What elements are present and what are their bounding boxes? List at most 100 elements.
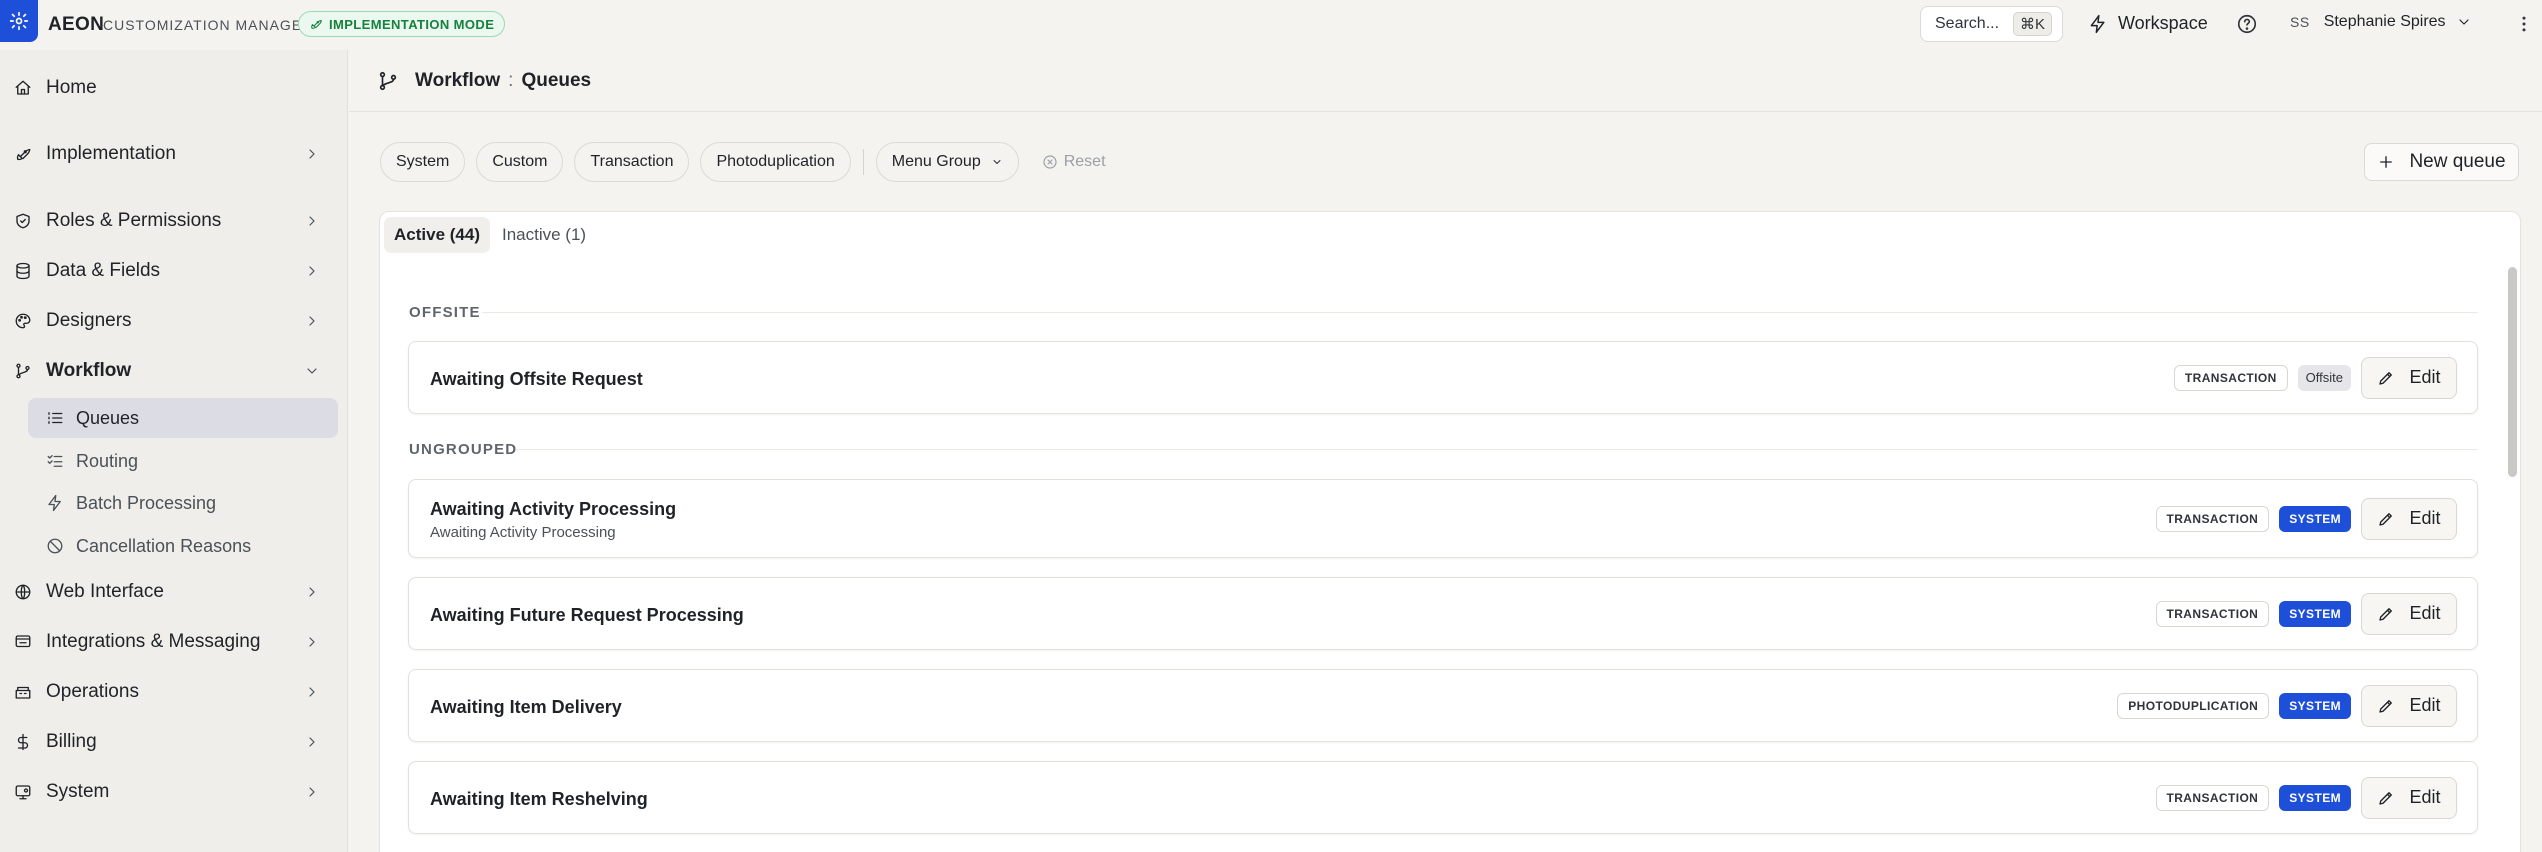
sidebar-item-cancellation-reasons[interactable]: Cancellation Reasons xyxy=(28,526,338,566)
queue-title: Awaiting Item Delivery xyxy=(430,697,622,717)
lightning-icon xyxy=(48,494,61,512)
sidebar-subitem-label: Queues xyxy=(76,407,140,428)
edit-label: Edit xyxy=(2409,603,2441,623)
chevron-right-icon xyxy=(309,637,315,647)
sidebar-item-batch-processing[interactable]: Batch Processing xyxy=(28,483,338,523)
queue-tag-badge: SYSTEM xyxy=(2279,600,2351,627)
sidebar-item-label: Implementation xyxy=(46,143,176,164)
filter-chip-transaction[interactable]: Transaction xyxy=(574,142,690,182)
checklist-icon xyxy=(47,455,63,467)
queue-title: Awaiting Offsite Request xyxy=(430,369,643,389)
chevron-down-icon xyxy=(993,160,1001,164)
tab-inactive[interactable]: Inactive (1) xyxy=(492,217,596,253)
sidebar-item-web-interface[interactable]: Web Interface xyxy=(0,572,348,612)
new-queue-button[interactable]: New queue xyxy=(2364,143,2519,181)
more-options-icon[interactable] xyxy=(2514,13,2534,35)
filter-divider xyxy=(862,149,864,175)
queue-row[interactable]: Awaiting Item Reshelving TRANSACTION SYS… xyxy=(408,761,2478,834)
menu-group-dropdown[interactable]: Menu Group xyxy=(875,142,1019,182)
group-divider xyxy=(516,449,2478,450)
tab-active[interactable]: Active (44) xyxy=(384,217,490,253)
edit-button[interactable]: Edit xyxy=(2361,592,2457,635)
edit-button[interactable]: Edit xyxy=(2361,356,2457,399)
app-logo-icon[interactable] xyxy=(0,0,38,42)
search-button[interactable]: Search... ⌘K xyxy=(1920,6,2063,42)
sidebar-item-label: Home xyxy=(46,77,97,98)
sidebar-item-billing[interactable]: Billing xyxy=(0,722,348,762)
sidebar-item-integrations-messaging[interactable]: Integrations & Messaging xyxy=(0,622,348,662)
sidebar-subitem-label: Batch Processing xyxy=(76,492,217,513)
chevron-right-icon xyxy=(309,149,315,159)
sidebar-item-label: System xyxy=(46,781,110,802)
chevron-right-icon xyxy=(309,266,315,276)
shield-icon xyxy=(16,213,30,229)
queue-type-badge: PHOTODUPLICATION xyxy=(2117,692,2270,719)
queue-row[interactable]: Awaiting Future Request Processing TRANS… xyxy=(408,577,2478,650)
sidebar-item-implementation[interactable]: Implementation xyxy=(0,134,348,174)
sidebar-item-data-fields[interactable]: Data & Fields xyxy=(0,251,348,291)
breadcrumb-section[interactable]: Workflow xyxy=(415,70,500,92)
user-menu[interactable]: SS Stephanie Spires xyxy=(2290,13,2472,31)
sidebar-item-home[interactable]: Home xyxy=(0,68,348,108)
queue-title: Awaiting Activity Processing xyxy=(430,499,677,519)
queue-tag-badge: SYSTEM xyxy=(2279,692,2351,719)
sidebar-item-label: Billing xyxy=(46,731,97,752)
queue-title: Awaiting Item Reshelving xyxy=(430,789,648,809)
sidebar-item-queues[interactable]: Queues xyxy=(28,398,338,438)
sidebar-item-routing[interactable]: Routing xyxy=(28,441,338,481)
filter-chip-system[interactable]: System xyxy=(380,142,466,182)
help-icon[interactable] xyxy=(2236,13,2258,35)
ban-icon xyxy=(47,538,63,554)
sidebar-item-workflow[interactable]: Workflow xyxy=(0,351,348,391)
home-icon xyxy=(15,80,31,95)
queue-row[interactable]: Awaiting Activity Processing Awaiting Ac… xyxy=(408,479,2478,558)
edit-button[interactable]: Edit xyxy=(2361,776,2457,819)
menu-group-label: Menu Group xyxy=(891,153,981,170)
brand-name: AEON xyxy=(48,14,105,35)
chevron-right-icon xyxy=(309,737,315,747)
filter-chip-custom[interactable]: Custom xyxy=(476,142,564,182)
top-bar: AEON CUSTOMIZATION MANAGER IMPLEMENTATIO… xyxy=(0,0,2542,50)
queue-row[interactable]: Awaiting Offsite Request TRANSACTION Off… xyxy=(408,341,2478,414)
pencil-icon xyxy=(2379,791,2393,805)
breadcrumb: Workflow : Queues xyxy=(349,50,2542,112)
chevron-right-icon xyxy=(309,587,315,597)
lightning-icon xyxy=(2090,14,2105,33)
workspace-label: Workspace xyxy=(2118,13,2208,33)
sidebar-item-label: Operations xyxy=(46,681,139,702)
integrations-icon xyxy=(15,635,31,648)
filter-bar: System Custom Transaction Photoduplicati… xyxy=(380,142,1106,182)
workspace-button[interactable]: Workspace xyxy=(2088,13,2208,34)
sidebar-item-designers[interactable]: Designers xyxy=(0,301,348,341)
sidebar-item-label: Data & Fields xyxy=(46,260,161,281)
sidebar-item-system[interactable]: System xyxy=(0,772,348,812)
group-label-offsite: OFFSITE xyxy=(409,304,481,321)
rocket-icon xyxy=(311,19,322,29)
sidebar-item-roles-permissions[interactable]: Roles & Permissions xyxy=(0,201,348,241)
reset-button[interactable]: Reset xyxy=(1042,153,1106,171)
sidebar-item-label: Workflow xyxy=(46,360,132,381)
edit-button[interactable]: Edit xyxy=(2361,497,2457,540)
edit-label: Edit xyxy=(2409,508,2441,528)
sidebar-item-label: Web Interface xyxy=(46,581,164,602)
sidebar-item-label: Integrations & Messaging xyxy=(46,631,261,652)
edit-button[interactable]: Edit xyxy=(2361,684,2457,727)
edit-label: Edit xyxy=(2409,695,2441,715)
queue-tag-badge: SYSTEM xyxy=(2279,505,2351,532)
workflow-icon xyxy=(379,71,397,90)
panel-scrollbar[interactable] xyxy=(2508,267,2517,477)
palette-icon xyxy=(15,313,31,329)
filter-chip-photoduplication[interactable]: Photoduplication xyxy=(700,142,851,182)
page-title: Queues xyxy=(521,69,592,91)
queue-description: Awaiting Activity Processing xyxy=(430,524,616,541)
queue-row[interactable]: Awaiting Item Delivery PHOTODUPLICATION … xyxy=(408,669,2478,742)
chevron-right-icon xyxy=(309,216,315,226)
sidebar-item-operations[interactable]: Operations xyxy=(0,672,348,712)
queue-type-badge: TRANSACTION xyxy=(2173,364,2288,391)
queue-title: Awaiting Future Request Processing xyxy=(430,605,744,625)
pencil-icon xyxy=(2379,371,2393,385)
system-icon xyxy=(15,785,31,800)
breadcrumb-separator: : xyxy=(508,69,514,91)
queue-type-badge: TRANSACTION xyxy=(2155,600,2270,627)
dollar-icon xyxy=(17,733,29,751)
